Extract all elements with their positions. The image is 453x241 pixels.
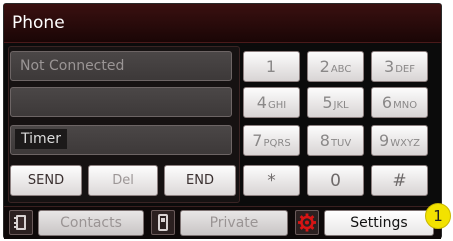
delete-button[interactable]: Del — [88, 165, 158, 196]
key-1[interactable]: 1 — [243, 51, 300, 82]
key-digit: 0 — [330, 171, 341, 191]
send-button[interactable]: SEND — [10, 165, 82, 196]
key-0[interactable]: 0 — [307, 165, 364, 196]
connection-status-field: Not Connected — [10, 51, 232, 81]
handset-icon — [151, 210, 175, 235]
key-letters: TUV — [330, 138, 352, 149]
key-letters: DEF — [395, 64, 415, 75]
phonebook-icon — [9, 210, 33, 235]
key-3[interactable]: 3DEF — [371, 51, 428, 82]
key-digit: 5 — [322, 93, 333, 112]
key-digit: 2 — [319, 57, 330, 76]
key-9[interactable]: 9WXYZ — [371, 125, 428, 156]
key-7[interactable]: 7PQRS — [243, 125, 300, 156]
timer-label: Timer — [15, 129, 68, 149]
key-letters: JKL — [333, 100, 349, 111]
key-letters: MNO — [393, 100, 418, 111]
timer-field: Timer — [10, 125, 232, 155]
key-letters: WXYZ — [390, 138, 420, 149]
key-5[interactable]: 5JKL — [307, 87, 364, 118]
number-display-field — [10, 87, 232, 117]
gear-icon — [295, 210, 319, 235]
key-letters: GHI — [267, 100, 287, 111]
phone-screen: Phone Not Connected Timer SEND Del END 1… — [3, 3, 442, 239]
key-digit: 8 — [319, 131, 330, 150]
key-letters: PQRS — [263, 138, 291, 149]
connection-status-text: Not Connected — [20, 58, 125, 74]
key-hash[interactable]: # — [371, 165, 428, 196]
title-bar: Phone — [4, 4, 441, 43]
page-title: Phone — [12, 13, 65, 33]
key-letters: ABC — [330, 64, 352, 75]
key-digit: 1 — [265, 57, 277, 76]
end-button[interactable]: END — [164, 165, 236, 196]
contacts-button[interactable]: Contacts — [38, 210, 144, 236]
callout-badge: 1 — [425, 203, 451, 229]
key-star[interactable]: * — [243, 165, 300, 196]
key-digit: 6 — [381, 93, 393, 112]
key-digit: * — [267, 171, 276, 191]
key-digit: 7 — [252, 131, 263, 150]
key-digit: 4 — [256, 93, 267, 112]
key-6[interactable]: 6MNO — [371, 87, 428, 118]
key-2[interactable]: 2ABC — [307, 51, 364, 82]
settings-button[interactable]: Settings — [324, 210, 434, 236]
key-digit: 9 — [379, 131, 390, 150]
key-digit: # — [392, 171, 407, 191]
key-digit: 3 — [384, 57, 395, 76]
key-8[interactable]: 8TUV — [307, 125, 364, 156]
key-4[interactable]: 4GHI — [243, 87, 300, 118]
private-button[interactable]: Private — [180, 210, 288, 236]
